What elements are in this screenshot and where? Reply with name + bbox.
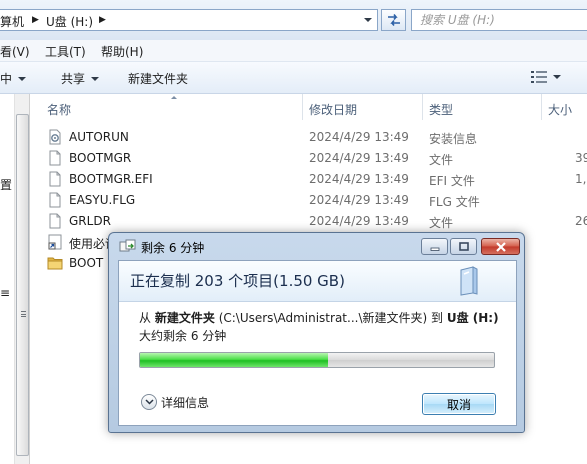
navigation-pane: 置 ≡ (0, 94, 14, 464)
new-folder-button[interactable]: 新建文件夹 (128, 70, 188, 87)
file-row-easyu-flg[interactable]: EASYU.FLG 2024/4/29 13:49 FLG 文件 (30, 191, 587, 212)
file-size: 26 (575, 214, 587, 228)
copy-summary: 正在复制 203 个项目(1.50 GB) (130, 272, 345, 290)
sort-ascending-icon (171, 96, 177, 99)
file-icon (49, 192, 61, 208)
navigation-scrollbar[interactable] (14, 94, 30, 464)
progress-fill (140, 353, 328, 367)
time-remaining: 大约剩余 6 分钟 (139, 329, 227, 343)
folder-icon (47, 257, 63, 270)
file-icon (49, 213, 61, 229)
source-folder-link[interactable]: 新建文件夹 (155, 311, 215, 325)
include-in-library-button[interactable]: 库中 (0, 70, 27, 87)
from-label: 从 (139, 311, 152, 325)
minimize-button[interactable] (421, 238, 448, 255)
view-options-button[interactable] (531, 71, 561, 83)
column-divider[interactable] (302, 94, 303, 120)
shortcut-icon (48, 234, 62, 250)
file-date: 2024/4/29 13:49 (309, 151, 409, 165)
details-label: 详细信息 (161, 395, 210, 410)
file-name: AUTORUN (69, 130, 129, 144)
dialog-title: 剩余 6 分钟 (141, 241, 205, 255)
file-type: EFI 文件 (429, 174, 475, 188)
breadcrumb-drive[interactable]: U盘 (H:) (46, 13, 93, 30)
file-row-bootmgr[interactable]: BOOTMGR 2024/4/29 13:49 文件 39 (30, 149, 587, 170)
share-label: 共享 (61, 72, 86, 86)
file-type: 文件 (429, 153, 454, 167)
file-date: 2024/4/29 13:49 (309, 130, 409, 144)
column-header-date[interactable]: 修改日期 (309, 101, 357, 118)
refresh-button[interactable] (381, 9, 406, 31)
dialog-body: 正在复制 203 个项目(1.50 GB) 从 新建文件夹 (C:\Users\… (118, 260, 517, 426)
search-box[interactable] (411, 9, 587, 31)
file-icon (49, 171, 61, 187)
address-bar-area: 算机 ▶ U盘 (H:) ▶ (0, 0, 587, 40)
file-row-grldr[interactable]: GRLDR 2024/4/29 13:49 文件 26 (30, 212, 587, 233)
column-divider[interactable] (422, 94, 423, 120)
file-type: FLG 文件 (429, 195, 480, 209)
destination-link[interactable]: U盘 (H:) (447, 311, 499, 325)
file-date: 2024/4/29 13:49 (309, 172, 409, 186)
close-button[interactable] (481, 238, 520, 255)
file-type: 文件 (429, 216, 454, 230)
dialog-header: 正在复制 203 个项目(1.50 GB) (119, 261, 516, 302)
copy-files-icon (119, 239, 136, 252)
search-input[interactable] (420, 12, 587, 28)
close-icon (495, 241, 506, 252)
maximize-button[interactable] (450, 238, 477, 255)
nav-item-fragment[interactable]: ≡ (0, 286, 10, 300)
command-toolbar: 库中 共享 新建文件夹 (0, 62, 587, 94)
chevron-down-icon (91, 76, 100, 81)
cancel-button[interactable]: 取消 (422, 393, 496, 415)
copy-progress-bar (139, 352, 495, 368)
column-divider[interactable] (541, 94, 542, 120)
file-name: EASYU.FLG (69, 193, 136, 207)
chevron-down-icon (18, 76, 27, 81)
column-header-size[interactable]: 大小 (548, 101, 572, 118)
minimize-icon (430, 247, 439, 251)
grip-icon (21, 311, 26, 317)
file-name: GRLDR (69, 214, 111, 228)
expand-chevron-icon (141, 394, 157, 410)
menu-bar: 查看(V) 工具(T) 帮助(H) (0, 40, 587, 62)
share-button[interactable]: 共享 (61, 70, 100, 87)
file-size: 1,12 (575, 172, 587, 186)
breadcrumb-computer[interactable]: 算机 (0, 13, 24, 30)
maximize-icon (458, 242, 469, 251)
to-label: 到 (431, 311, 444, 325)
new-folder-label: 新建文件夹 (128, 72, 189, 86)
chevron-down-icon (553, 75, 561, 79)
file-date: 2024/4/29 13:49 (309, 214, 409, 228)
copy-progress-dialog: 剩余 6 分钟 正在复制 203 个项目(1.50 GB) 从 新建文件夹 (C… (108, 232, 525, 433)
file-icon (49, 150, 61, 166)
breadcrumb-separator-icon[interactable]: ▶ (99, 15, 106, 25)
menu-tools[interactable]: 工具(T) (45, 43, 86, 60)
file-row-autorun[interactable]: AUTORUN 2024/4/29 13:49 安装信息 (30, 128, 587, 149)
inf-settings-icon (49, 129, 61, 145)
file-name: BOOTMGR.EFI (69, 172, 153, 186)
include-label: 库中 (0, 72, 13, 86)
address-bar[interactable]: 算机 ▶ U盘 (H:) ▶ (0, 9, 378, 31)
copy-animation-icon (460, 266, 478, 296)
breadcrumb-separator-icon[interactable]: ▶ (32, 15, 39, 25)
nav-item-fragment[interactable]: 置 (0, 176, 12, 193)
copy-source-destination: 从 新建文件夹 (C:\Users\Administrat...\新建文件夹) … (139, 309, 499, 326)
menu-view[interactable]: 查看(V) (0, 43, 30, 60)
scrollbar-thumb[interactable] (16, 114, 29, 456)
menu-help[interactable]: 帮助(H) (101, 43, 143, 60)
column-header-type[interactable]: 类型 (429, 101, 453, 118)
file-row-bootmgr-efi[interactable]: BOOTMGR.EFI 2024/4/29 13:49 EFI 文件 1,12 (30, 170, 587, 191)
source-path: (C:\Users\Administrat...\新建文件夹) (218, 311, 428, 325)
refresh-icon (387, 14, 400, 26)
view-details-icon (531, 71, 547, 83)
file-date: 2024/4/29 13:49 (309, 193, 409, 207)
file-size: 39 (575, 151, 587, 165)
address-history-dropdown-icon[interactable] (362, 14, 374, 26)
file-name: BOOTMGR (69, 151, 132, 165)
more-details-button[interactable]: 详细信息 (141, 392, 209, 412)
file-name: BOOT (69, 256, 104, 270)
file-type: 安装信息 (429, 132, 478, 146)
column-header-name[interactable]: 名称 (47, 101, 71, 118)
